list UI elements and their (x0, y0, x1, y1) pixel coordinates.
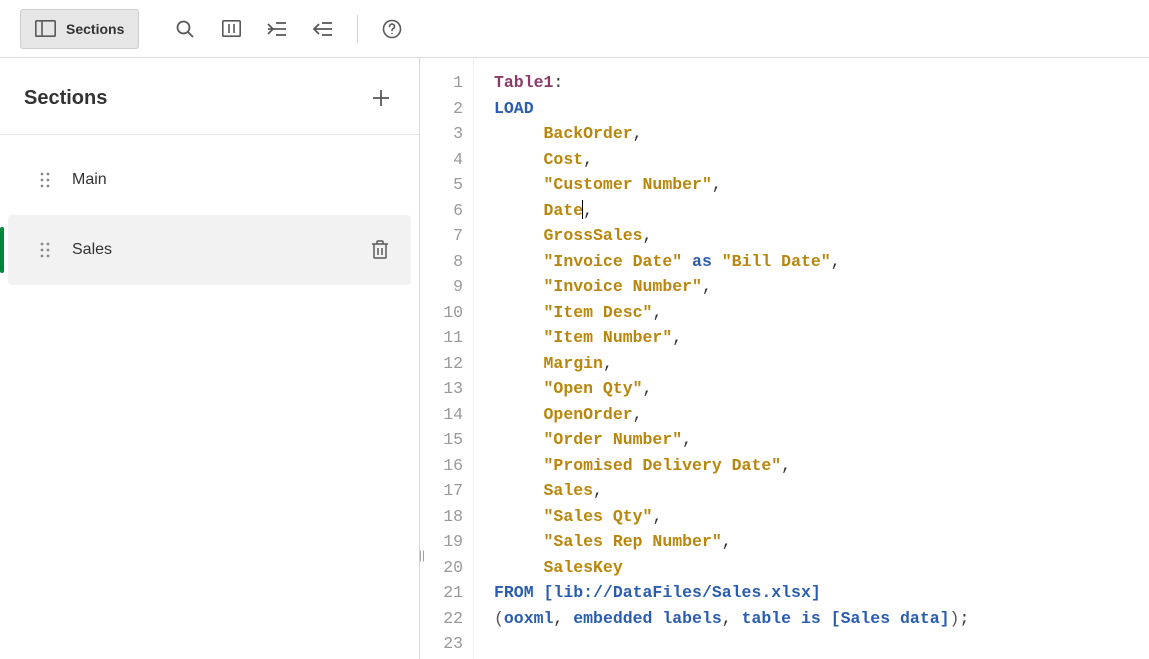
toolbar: Sections (0, 0, 1149, 58)
search-button[interactable] (165, 9, 205, 49)
panel-icon (35, 20, 56, 37)
sections-toggle-label: Sections (66, 21, 124, 37)
comment-icon (222, 20, 241, 37)
outdent-button[interactable] (303, 9, 343, 49)
indent-icon (267, 21, 287, 37)
toolbar-divider (357, 15, 358, 43)
sections-toggle-button[interactable]: Sections (20, 9, 139, 49)
section-item-sales[interactable]: Sales (8, 215, 411, 285)
add-section-button[interactable] (367, 84, 395, 112)
plus-icon (371, 88, 391, 108)
code-editor[interactable]: 1234567891011121314151617181920212223 Ta… (420, 58, 1149, 659)
code-area[interactable]: Table1:LOAD BackOrder, Cost, "Customer N… (474, 58, 1149, 659)
indent-button[interactable] (257, 9, 297, 49)
sidebar-title: Sections (24, 87, 107, 110)
search-icon (175, 19, 195, 39)
section-item-label: Sales (72, 241, 367, 259)
main-area: Sections Main (0, 58, 1149, 659)
sections-sidebar: Sections Main (0, 58, 420, 659)
section-item-main[interactable]: Main (8, 145, 411, 215)
resize-handle[interactable]: || (419, 548, 425, 562)
drag-handle-icon[interactable] (40, 172, 50, 188)
comment-button[interactable] (211, 9, 251, 49)
outdent-icon (313, 21, 333, 37)
help-icon (382, 19, 402, 39)
delete-section-button[interactable] (367, 236, 393, 264)
drag-handle-icon[interactable] (40, 242, 50, 258)
help-button[interactable] (372, 9, 412, 49)
line-gutter: 1234567891011121314151617181920212223 (420, 58, 474, 659)
section-list: Main Sales (0, 135, 419, 285)
section-item-label: Main (72, 171, 393, 189)
sidebar-header: Sections (0, 58, 419, 135)
trash-icon (371, 240, 389, 260)
